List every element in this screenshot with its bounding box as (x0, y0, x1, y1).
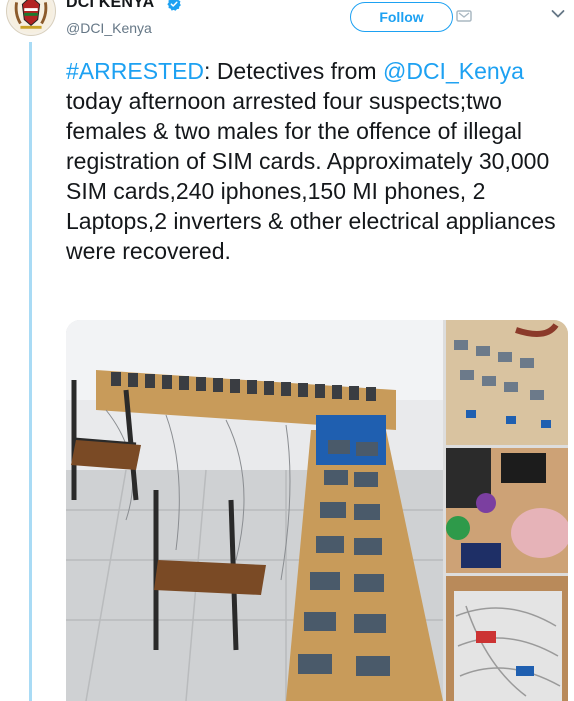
tweet-text-part: : Detectives from (204, 58, 383, 84)
tweet-text-part: today afternoon arrested four suspects;t… (66, 88, 556, 264)
share-icon[interactable] (456, 8, 472, 24)
hashtag-link[interactable]: #ARRESTED (66, 58, 204, 84)
thread-line (29, 42, 32, 701)
media-grid (66, 320, 568, 701)
chevron-down-icon[interactable] (551, 9, 565, 19)
handle[interactable]: @DCI_Kenya (66, 20, 152, 36)
mention-link[interactable]: @DCI_Kenya (383, 58, 524, 84)
kenya-coat-of-arms-icon (8, 0, 54, 34)
photo-phones-on-tables[interactable] (66, 320, 443, 701)
display-name[interactable]: DCI KENYA (66, 0, 154, 12)
photo-laptops-and-items[interactable] (446, 448, 568, 573)
tweet-text: #ARRESTED: Detectives from @DCI_Kenya to… (66, 56, 566, 266)
follow-button[interactable]: Follow (350, 2, 453, 32)
avatar[interactable] (6, 0, 56, 36)
photo-box-of-cables[interactable] (446, 576, 568, 701)
photo-phones-closeup[interactable] (446, 320, 568, 445)
verified-badge-icon (167, 0, 181, 11)
